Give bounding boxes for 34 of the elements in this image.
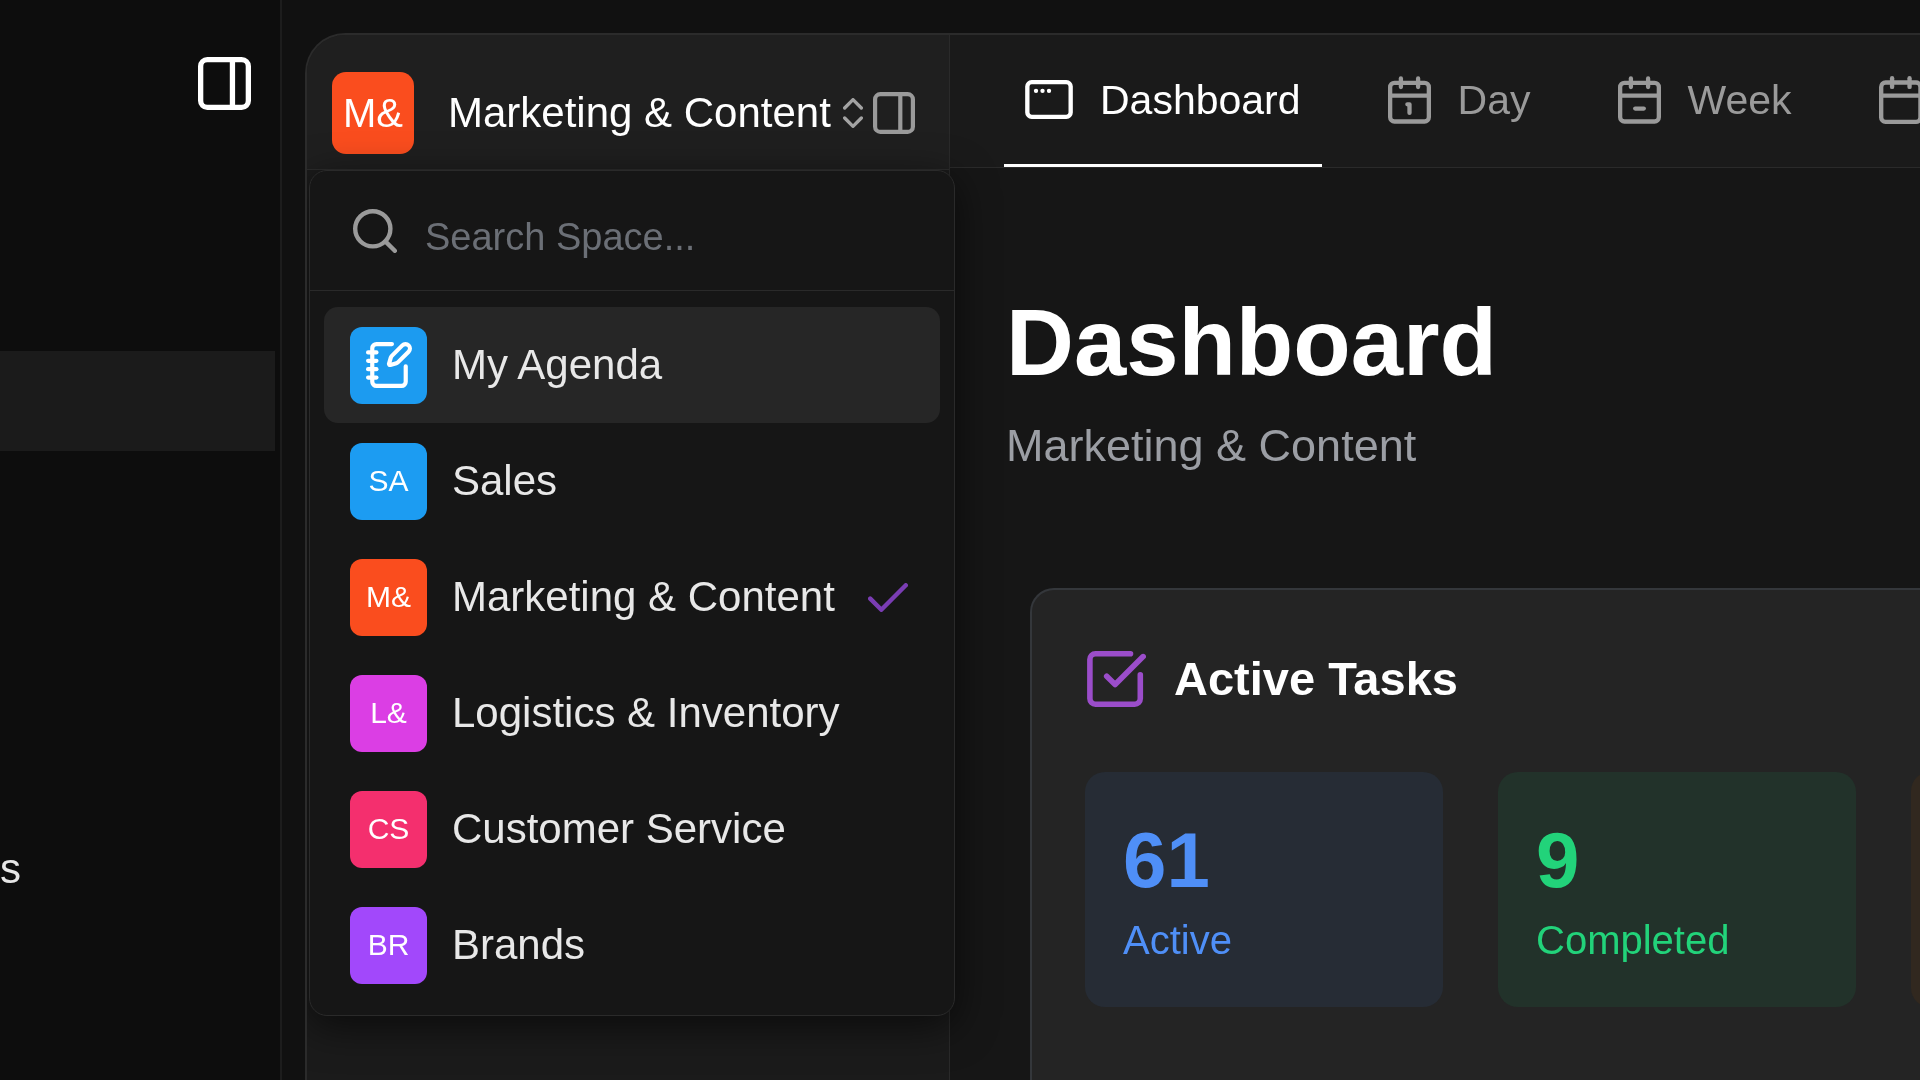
stat-label: Completed: [1536, 917, 1730, 964]
space-avatar: CS: [350, 790, 427, 868]
calendar-icon: [1387, 75, 1431, 124]
space-menu-item[interactable]: SA Sales: [324, 423, 940, 539]
space-switcher[interactable]: M& Marketing & Content: [332, 72, 863, 154]
tab[interactable]: Week: [1596, 35, 1813, 167]
space-menu-item[interactable]: L& Logistics & Inventory: [324, 655, 940, 771]
sidebar-toggle-icon[interactable]: [198, 57, 251, 110]
panel-toggle-icon[interactable]: [872, 92, 915, 134]
square-check-icon: [1087, 651, 1146, 707]
space-menu-item[interactable]: BR Brands: [324, 887, 940, 1003]
search-icon: [353, 208, 397, 253]
sidebar-item[interactable]: s: [0, 845, 21, 893]
space-menu-item[interactable]: M& Marketing & Content: [324, 539, 940, 655]
stat-value: 9: [1536, 821, 1580, 899]
chevron-up-down-icon: [842, 98, 863, 128]
stat-value: 61: [1123, 821, 1210, 899]
space-avatar: SA: [350, 442, 427, 520]
card-title: Active Tasks: [1174, 651, 1458, 707]
space-avatar: M&: [350, 558, 427, 636]
calendar-icon: [1617, 75, 1661, 124]
space-avatar: L&: [350, 674, 427, 752]
space-avatar: M&: [332, 72, 414, 154]
stat-label: Active: [1123, 917, 1232, 964]
page-subtitle: Marketing & Content: [1006, 420, 1417, 472]
space-avatar: BR: [350, 906, 427, 984]
tab[interactable]: Day: [1366, 35, 1552, 167]
tab[interactable]: Dashboard: [1004, 35, 1322, 167]
search-field[interactable]: Search Space...: [425, 209, 934, 266]
window-icon: [1025, 80, 1073, 119]
page-title: Dashboard: [1006, 296, 1497, 390]
space-menu-item[interactable]: CS Customer Service: [324, 771, 940, 887]
calendar-icon: [1878, 75, 1920, 124]
space-menu-item[interactable]: My Agenda: [324, 307, 940, 423]
